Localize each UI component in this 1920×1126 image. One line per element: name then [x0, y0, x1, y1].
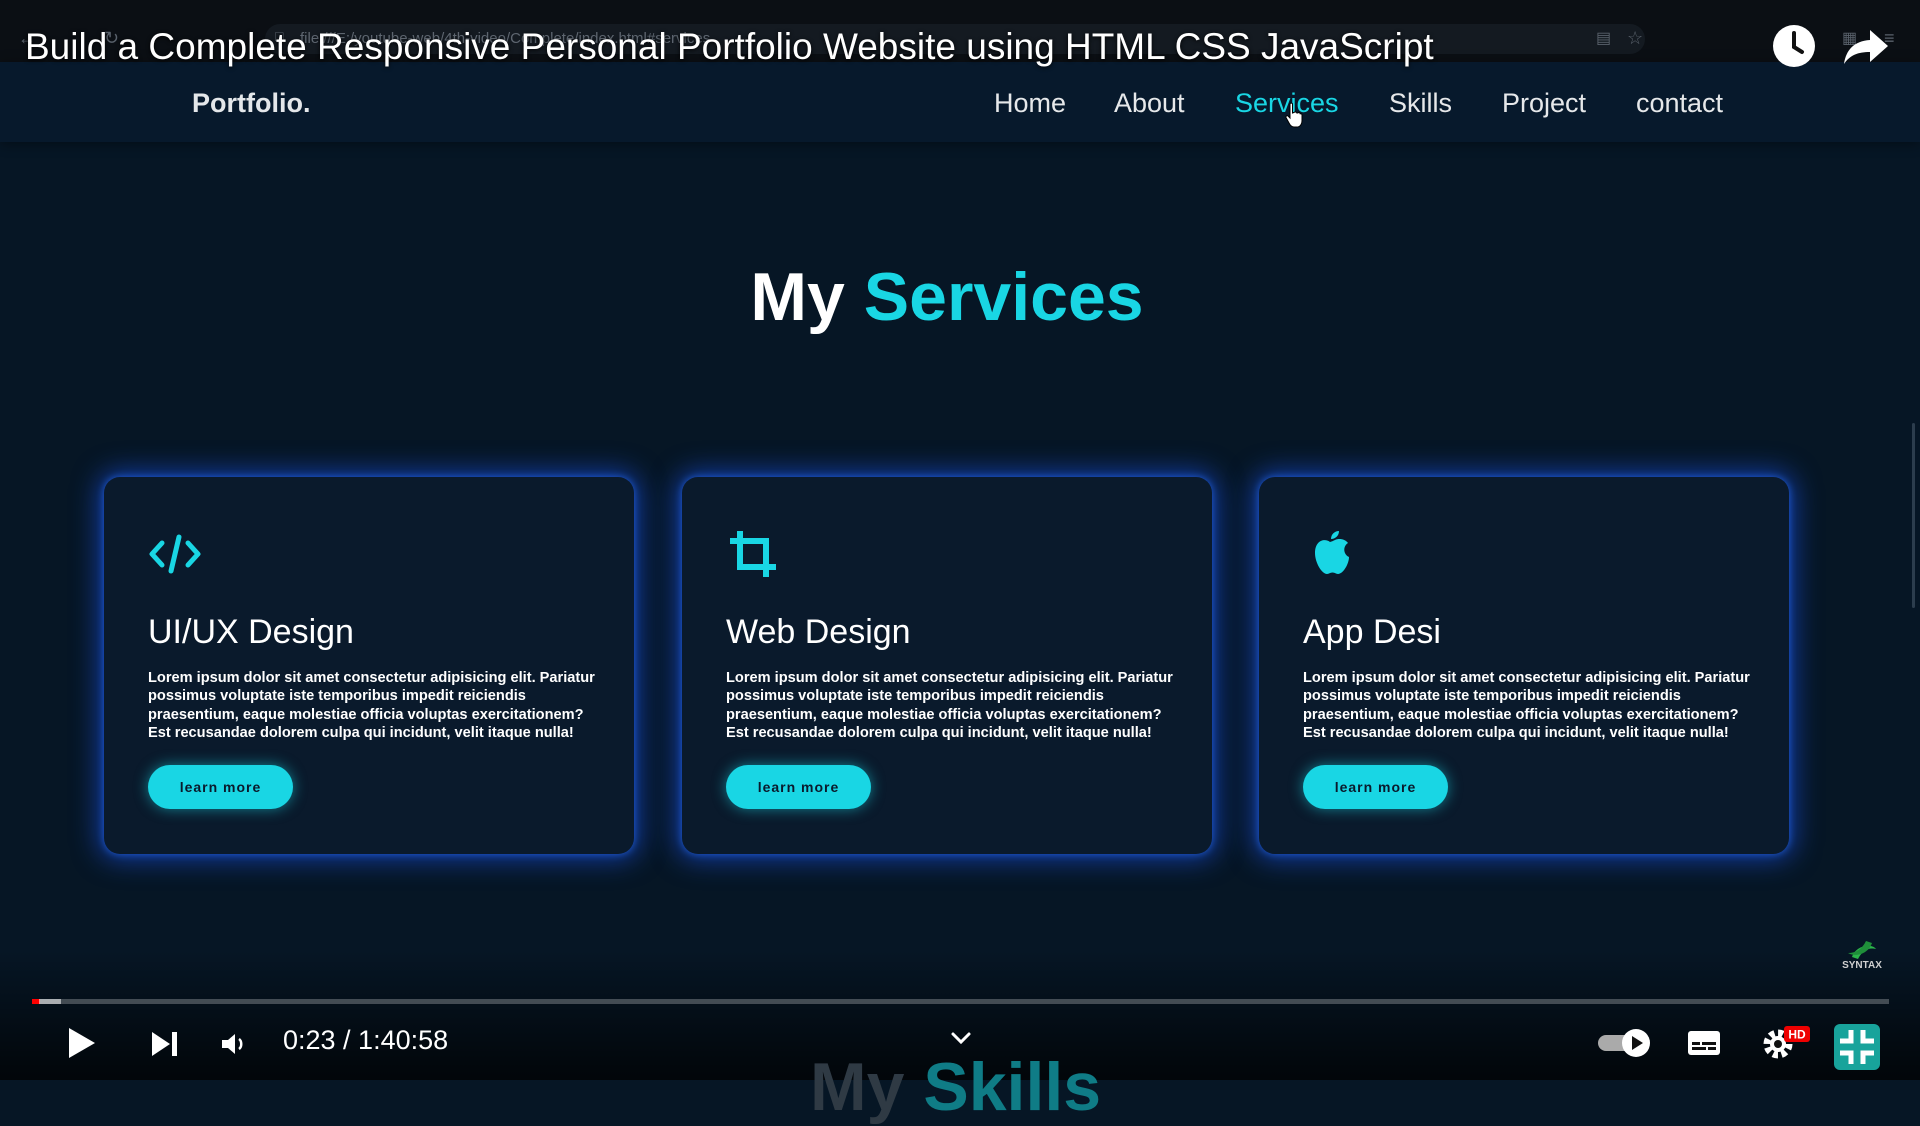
nav-skills[interactable]: Skills — [1389, 88, 1452, 119]
autoplay-toggle-icon[interactable] — [1596, 1027, 1654, 1059]
card-title: UI/UX Design — [148, 613, 354, 651]
nav-project[interactable]: Project — [1502, 88, 1586, 119]
service-card-app-design: App Desi Lorem ipsum dolor sit amet cons… — [1259, 477, 1789, 854]
video-progress-buffered — [39, 999, 61, 1004]
heading-part-services: Services — [863, 259, 1144, 335]
share-arrow-icon[interactable] — [1842, 22, 1890, 70]
video-time: 0:23 / 1:40:58 — [283, 1025, 449, 1055]
card-text: Lorem ipsum dolor sit amet consectetur a… — [148, 670, 595, 742]
reader-icon[interactable]: ▤ — [1596, 28, 1611, 48]
svg-text:HD: HD — [1788, 1028, 1806, 1042]
video-title[interactable]: Build a Complete Responsive Personal Por… — [25, 26, 1434, 68]
learn-more-button[interactable]: learn more — [1303, 765, 1448, 809]
next-section-heading: My Skills — [810, 1048, 1101, 1126]
card-text: Lorem ipsum dolor sit amet consectetur a… — [1303, 670, 1750, 742]
heading-part-my: My — [750, 259, 845, 335]
peek-part-skills: Skills — [923, 1049, 1102, 1125]
video-progress-bar[interactable] — [32, 999, 1889, 1004]
apple-icon — [1315, 531, 1349, 574]
service-card-uiux: UI/UX Design Lorem ipsum dolor sit amet … — [104, 477, 634, 854]
settings-gear-icon[interactable]: HD — [1760, 1024, 1812, 1060]
crop-icon — [730, 531, 776, 577]
page-scrollbar-thumb[interactable] — [1912, 423, 1915, 608]
play-icon[interactable] — [64, 1026, 98, 1060]
hand-cursor-icon — [1285, 102, 1303, 128]
subtitles-icon[interactable] — [1686, 1028, 1722, 1058]
bookmark-star-icon[interactable]: ☆ — [1627, 28, 1643, 49]
code-icon — [149, 534, 201, 574]
channel-watermark-text: SYNTAX — [1842, 960, 1882, 971]
fullscreen-exit-icon[interactable] — [1834, 1024, 1880, 1070]
nav-contact[interactable]: contact — [1636, 88, 1723, 119]
learn-more-button[interactable]: learn more — [726, 765, 871, 809]
site-logo[interactable]: Portfolio. — [192, 88, 310, 119]
service-card-web-design: Web Design Lorem ipsum dolor sit amet co… — [682, 477, 1212, 854]
peek-part-my: My — [810, 1049, 905, 1125]
channel-watermark-logo[interactable] — [1838, 937, 1886, 977]
watch-later-clock-icon[interactable] — [1770, 22, 1818, 70]
next-video-icon[interactable] — [150, 1030, 180, 1058]
services-heading: My Services — [0, 258, 1894, 336]
card-title: App Desi — [1303, 613, 1441, 651]
volume-icon[interactable] — [220, 1031, 252, 1057]
chevron-down-icon[interactable] — [950, 1030, 972, 1046]
card-title: Web Design — [726, 613, 911, 651]
learn-more-button[interactable]: learn more — [148, 765, 293, 809]
nav-about[interactable]: About — [1114, 88, 1185, 119]
nav-home[interactable]: Home — [994, 88, 1066, 119]
card-text: Lorem ipsum dolor sit amet consectetur a… — [726, 670, 1173, 742]
